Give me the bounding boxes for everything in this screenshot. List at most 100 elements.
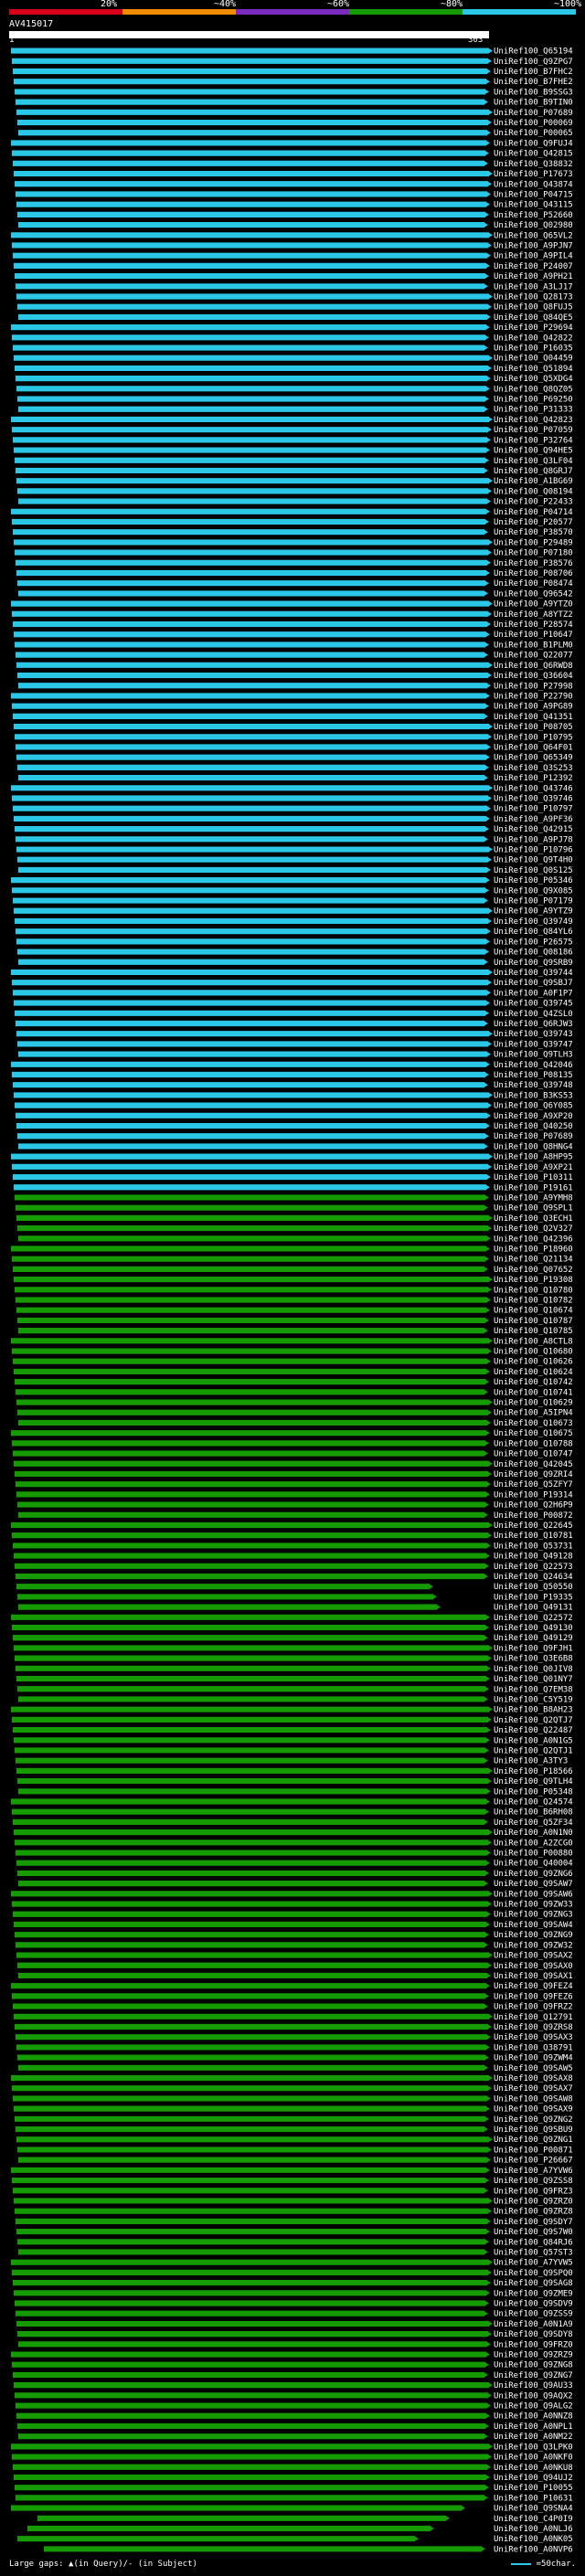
hit-label[interactable]: UniRef100_Q12791 [494,2013,573,2022]
hit-label[interactable]: UniRef100_Q57ST3 [494,2248,573,2257]
hit-label[interactable]: UniRef100_Q24634 [494,1573,573,1582]
hit-label[interactable]: UniRef100_Q9AU33 [494,2381,573,2390]
hit-label[interactable]: UniRef100_A9XP20 [494,1112,573,1121]
hit-label[interactable]: UniRef100_Q9ZNG7 [494,2371,573,2380]
hit-label[interactable]: UniRef100_A8HP95 [494,1153,573,1162]
hit-label[interactable]: UniRef100_Q0S125 [494,866,573,875]
hit-label[interactable]: UniRef100_A0NLJ6 [494,2525,573,2534]
hit-label[interactable]: UniRef100_Q2QTJ1 [494,1746,573,1755]
hit-label[interactable]: UniRef100_Q9SAX9 [494,2105,573,2115]
hit-label[interactable]: UniRef100_Q9X085 [494,886,573,896]
hit-label[interactable]: UniRef100_P18960 [494,1245,573,1254]
hit-label[interactable]: UniRef100_A0NKF0 [494,2454,573,2463]
hit-label[interactable]: UniRef100_Q3S253 [494,764,573,773]
hit-label[interactable]: UniRef100_P19161 [494,1183,573,1193]
hit-label[interactable]: UniRef100_P32764 [494,436,573,445]
hit-label[interactable]: UniRef100_Q10680 [494,1348,573,1357]
hit-label[interactable]: UniRef100_P16035 [494,345,573,354]
hit-label[interactable]: UniRef100_P22433 [494,498,573,507]
hit-label[interactable]: UniRef100_A0N1G5 [494,1736,573,1745]
hit-label[interactable]: UniRef100_A0NVP6 [494,2545,573,2554]
hit-label[interactable]: UniRef100_Q2H6P9 [494,1501,573,1511]
hit-label[interactable]: UniRef100_Q9FUJ4 [494,139,573,148]
hit-label[interactable]: UniRef100_Q42046 [494,1061,573,1070]
hit-label[interactable]: UniRef100_P07689 [494,109,573,118]
hit-label[interactable]: UniRef100_Q42823 [494,416,573,425]
hit-label[interactable]: UniRef100_Q39745 [494,1000,573,1009]
hit-label[interactable]: UniRef100_Q9ZNG6 [494,1870,573,1879]
hit-label[interactable]: UniRef100_P10795 [494,733,573,742]
hit-label[interactable]: UniRef100_Q10673 [494,1419,573,1428]
hit-label[interactable]: UniRef100_P20577 [494,518,573,527]
hit-label[interactable]: UniRef100_A8YTZ2 [494,610,573,620]
hit-label[interactable]: UniRef100_Q3LPK0 [494,2443,573,2452]
hit-label[interactable]: UniRef100_A0F1P7 [494,989,573,998]
hit-label[interactable]: UniRef100_B9SSG3 [494,88,573,97]
hit-label[interactable]: UniRef100_P31333 [494,406,573,415]
hit-label[interactable]: UniRef100_Q24574 [494,1798,573,1807]
hit-label[interactable]: UniRef100_Q5ZFY7 [494,1480,573,1489]
hit-label[interactable]: UniRef100_P07179 [494,897,573,906]
hit-label[interactable]: UniRef100_A9PH21 [494,272,573,281]
hit-label[interactable]: UniRef100_P12392 [494,774,573,783]
hit-label[interactable]: UniRef100_Q9SAW4 [494,1921,573,1930]
hit-label[interactable]: UniRef100_Q6Y085 [494,1102,573,1111]
hit-label[interactable]: UniRef100_B6RH08 [494,1808,573,1818]
hit-label[interactable]: UniRef100_P38576 [494,559,573,568]
hit-label[interactable]: UniRef100_Q42915 [494,825,573,834]
hit-label[interactable]: UniRef100_Q9FEZ6 [494,1992,573,2001]
hit-label[interactable]: UniRef100_Q8QZ05 [494,385,573,394]
hit-label[interactable]: UniRef100_P00872 [494,1511,573,1521]
hit-label[interactable]: UniRef100_Q9SDY7 [494,2218,573,2227]
hit-label[interactable]: UniRef100_P04715 [494,190,573,199]
hit-label[interactable]: UniRef100_P00065 [494,129,573,138]
hit-label[interactable]: UniRef100_P19314 [494,1490,573,1500]
hit-label[interactable]: UniRef100_Q39748 [494,1081,573,1090]
hit-label[interactable]: UniRef100_Q51894 [494,365,573,374]
hit-label[interactable]: UniRef100_Q22077 [494,652,573,661]
hit-label[interactable]: UniRef100_Q10675 [494,1429,573,1438]
hit-label[interactable]: UniRef100_Q9ZNG8 [494,2361,573,2370]
hit-label[interactable]: UniRef100_Q9ZRS8 [494,2023,573,2032]
hit-label[interactable]: UniRef100_Q08186 [494,949,573,958]
hit-label[interactable]: UniRef100_Q49130 [494,1624,573,1633]
hit-label[interactable]: UniRef100_P10796 [494,846,573,855]
hit-label[interactable]: UniRef100_Q43746 [494,784,573,793]
hit-label[interactable]: UniRef100_Q21134 [494,1256,573,1265]
hit-label[interactable]: UniRef100_Q2V327 [494,1224,573,1234]
hit-label[interactable]: UniRef100_Q9ZRI4 [494,1470,573,1479]
hit-label[interactable]: UniRef100_Q22487 [494,1726,573,1735]
hit-label[interactable]: UniRef100_Q08194 [494,487,573,496]
hit-label[interactable]: UniRef100_P08705 [494,723,573,732]
hit-label[interactable]: UniRef100_Q9SBJ7 [494,979,573,988]
hit-label[interactable]: UniRef100_B1PLM0 [494,641,573,650]
hit-label[interactable]: UniRef100_Q9SAX3 [494,2033,573,2042]
hit-label[interactable]: UniRef100_Q38832 [494,160,573,169]
hit-label[interactable]: UniRef100_Q9SAX1 [494,1972,573,1981]
hit-label[interactable]: UniRef100_Q42045 [494,1460,573,1469]
hit-label[interactable]: UniRef100_B3KS53 [494,1091,573,1100]
hit-label[interactable]: UniRef100_Q10624 [494,1368,573,1377]
hit-label[interactable]: UniRef100_B9TIN0 [494,99,573,108]
hit-label[interactable]: UniRef100_Q9SNA4 [494,2505,573,2514]
hit-label[interactable]: UniRef100_Q9ZNG9 [494,1931,573,1940]
hit-label[interactable]: UniRef100_Q8FUJ5 [494,303,573,313]
hit-label[interactable]: UniRef100_Q42822 [494,334,573,343]
hit-label[interactable]: UniRef100_Q49131 [494,1604,573,1613]
hit-label[interactable]: UniRef100_Q36604 [494,672,573,681]
hit-label[interactable]: UniRef100_A0N1A9 [494,2320,573,2329]
hit-label[interactable]: UniRef100_P24007 [494,262,573,271]
hit-label[interactable]: UniRef100_P04714 [494,508,573,517]
hit-label[interactable]: UniRef100_P10631 [494,2494,573,2503]
hit-label[interactable]: UniRef100_Q10674 [494,1307,573,1316]
hit-label[interactable]: UniRef100_C4P0I9 [494,2515,573,2524]
hit-label[interactable]: UniRef100_A1BG69 [494,477,573,486]
hit-label[interactable]: UniRef100_A2ZCG0 [494,1839,573,1848]
hit-label[interactable]: UniRef100_A0NM22 [494,2433,573,2442]
hit-label[interactable]: UniRef100_P17673 [494,170,573,179]
hit-label[interactable]: UniRef100_Q9ZRZ8 [494,2208,573,2217]
hit-label[interactable]: UniRef100_P10647 [494,631,573,640]
hit-label[interactable]: UniRef100_Q9SRB9 [494,959,573,968]
hit-label[interactable]: UniRef100_Q0JIV8 [494,1665,573,1674]
hit-label[interactable]: UniRef100_Q02980 [494,221,573,230]
